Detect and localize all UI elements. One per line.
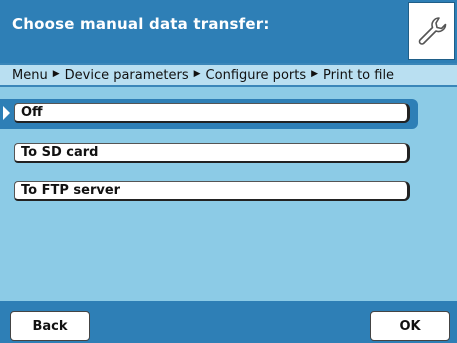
settings-button[interactable] — [408, 2, 455, 60]
page-title: Choose manual data transfer: — [12, 15, 270, 33]
breadcrumb-item-menu: Menu — [12, 67, 48, 83]
wrench-icon — [418, 17, 446, 45]
option-off[interactable]: Off — [14, 103, 410, 123]
breadcrumb-item-configure-ports: Configure ports — [205, 67, 307, 83]
footer-bar: Back OK — [0, 301, 457, 343]
option-to-sd-card[interactable]: To SD card — [14, 143, 410, 163]
back-button[interactable]: Back — [10, 311, 90, 341]
ok-button[interactable]: OK — [370, 311, 450, 341]
option-row-sd-card[interactable]: To SD card — [0, 139, 418, 169]
screen: Choose manual data transfer: Menu ▶ Devi… — [0, 0, 457, 343]
option-row-ftp-server[interactable]: To FTP server — [0, 177, 418, 207]
breadcrumb-item-print-to-file: Print to file — [323, 67, 395, 83]
breadcrumb: Menu ▶ Device parameters ▶ Configure por… — [0, 63, 457, 87]
breadcrumb-item-device-parameters: Device parameters — [64, 67, 189, 83]
selection-pointer-icon — [3, 106, 10, 120]
breadcrumb-separator: ▶ — [311, 69, 319, 79]
header-bar: Choose manual data transfer: — [0, 0, 457, 63]
option-to-ftp-server[interactable]: To FTP server — [14, 181, 410, 201]
option-row-off[interactable]: Off — [0, 99, 418, 129]
breadcrumb-separator: ▶ — [52, 69, 60, 79]
breadcrumb-separator: ▶ — [193, 69, 201, 79]
